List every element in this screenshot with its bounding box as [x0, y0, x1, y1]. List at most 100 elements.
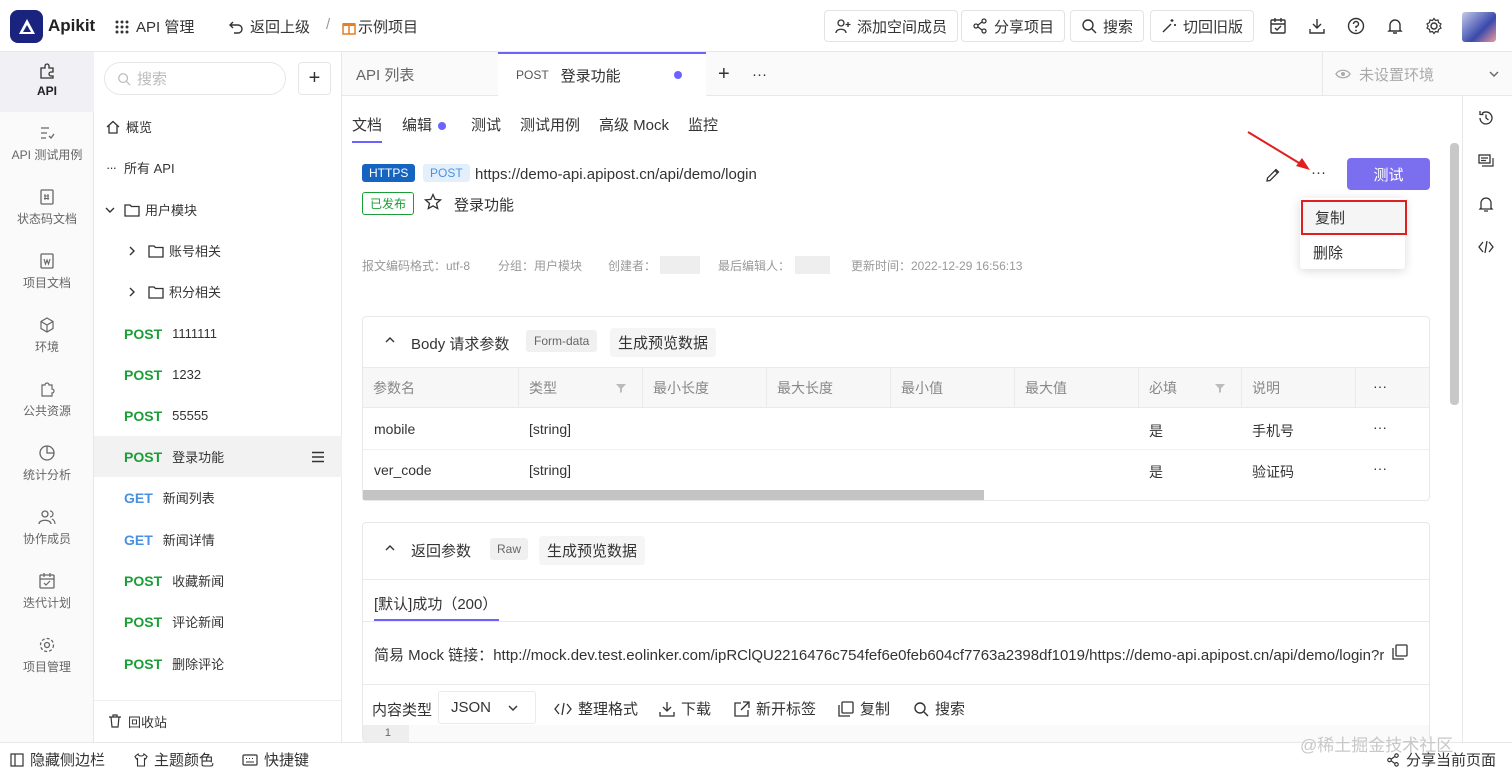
mock-url[interactable]: http://mock.dev.test.eolinker.com/ipRClQ…: [493, 647, 1384, 664]
copy-icon[interactable]: [1392, 644, 1408, 660]
tree-api-item[interactable]: POST 评论新闻: [94, 601, 342, 642]
tree-api-item[interactable]: POST 收藏新闻: [94, 560, 342, 601]
tab-login-api[interactable]: POST 登录功能: [498, 52, 706, 96]
comments-icon[interactable]: [1478, 153, 1494, 169]
add-api-button[interactable]: +: [298, 62, 331, 95]
tree-api-item[interactable]: POST 删除评论: [94, 643, 342, 684]
body-gen-preview-button[interactable]: 生成预览数据: [610, 328, 717, 357]
rail-item-environment[interactable]: 环境: [0, 316, 94, 355]
code-snippet-icon[interactable]: [1478, 239, 1494, 255]
rail-item-shared-resources[interactable]: 公共资源: [0, 380, 94, 419]
open-new-tab-button[interactable]: 新开标签: [734, 698, 816, 719]
chevron-up-icon[interactable]: [384, 542, 396, 554]
tree-search-input[interactable]: 搜索: [104, 62, 286, 95]
chevron-up-icon[interactable]: [384, 334, 396, 346]
star-icon[interactable]: [424, 193, 442, 211]
calendar-check-icon[interactable]: [1267, 15, 1289, 37]
column-header[interactable]: 类型: [519, 367, 643, 408]
param-desc: 手机号: [1252, 423, 1294, 439]
subtab-advanced-mock[interactable]: 高级 Mock: [599, 114, 669, 135]
add-tab-button[interactable]: +: [718, 52, 730, 96]
rail-item-api[interactable]: API: [0, 52, 94, 112]
search-label: 搜索: [1103, 18, 1134, 36]
search-button[interactable]: 搜索: [1070, 10, 1145, 42]
switch-old-version-button[interactable]: 切回旧版: [1150, 10, 1255, 42]
rail-item-statistics[interactable]: 统计分析: [0, 444, 94, 483]
add-member-button[interactable]: 添加空间成员: [824, 10, 959, 42]
share-project-button[interactable]: 分享项目: [961, 10, 1066, 42]
rail-item-collaborators[interactable]: 协作成员: [0, 508, 94, 547]
code-editor[interactable]: [363, 725, 1429, 742]
subtab-docs[interactable]: 文档: [352, 114, 382, 135]
content-type-label: 内容类型: [372, 702, 433, 719]
rail-item-api-test-cases[interactable]: API 测试用例: [0, 124, 94, 163]
notification-bell-icon[interactable]: [1478, 196, 1494, 212]
tree-subgroup-points[interactable]: 积分相关: [94, 271, 342, 312]
shortcuts-button[interactable]: 快捷键: [242, 749, 309, 770]
table-horizontal-scrollbar[interactable]: [363, 490, 984, 500]
subtab-monitor[interactable]: 监控: [688, 114, 718, 135]
download-button[interactable]: 下载: [659, 698, 711, 719]
theme-color-button[interactable]: 主题颜色: [134, 749, 214, 770]
tree-subgroup-account[interactable]: 账号相关: [94, 230, 342, 271]
dropdown-delete-item[interactable]: 删除: [1313, 242, 1343, 263]
rail-item-project-docs[interactable]: 项目文档: [0, 252, 94, 291]
copy-button[interactable]: 复制: [838, 698, 890, 719]
subtab-edit[interactable]: 编辑: [402, 114, 447, 135]
rail-item-status-codes[interactable]: 状态码文档: [0, 188, 94, 227]
rail-label: 项目管理: [22, 660, 71, 674]
apikit-logo[interactable]: [10, 10, 43, 43]
share-page-button[interactable]: 分享当前页面: [1386, 749, 1496, 770]
search-code-button[interactable]: 搜索: [913, 698, 965, 719]
share-project-label: 分享项目: [994, 18, 1055, 36]
row-more-button[interactable]: ···: [1373, 419, 1387, 435]
users-icon: [38, 510, 56, 525]
tab-api-list[interactable]: API 列表: [342, 52, 498, 96]
column-label: 类型: [529, 379, 557, 396]
tree-api-item[interactable]: POST 1232: [94, 354, 342, 395]
response-gen-preview-button[interactable]: 生成预览数据: [539, 536, 646, 565]
tree-api-item-selected[interactable]: POST 登录功能: [94, 436, 342, 477]
edit-dot-icon: [438, 122, 447, 131]
help-icon[interactable]: [1345, 15, 1367, 37]
tab-more-button[interactable]: ···: [752, 52, 767, 96]
back-button[interactable]: 返回上级: [228, 16, 310, 37]
tree-item-overview[interactable]: 概览: [94, 106, 342, 147]
format-button[interactable]: 整理格式: [554, 698, 638, 719]
meta-editor: 最后编辑人：: [718, 259, 791, 273]
test-button[interactable]: 测试: [1347, 158, 1430, 190]
column-header[interactable]: 必填: [1139, 367, 1242, 408]
settings-gear-icon[interactable]: [1423, 15, 1445, 37]
subtab-test-cases[interactable]: 测试用例: [520, 114, 580, 135]
download-icon[interactable]: [1306, 15, 1328, 37]
subtab-test[interactable]: 测试: [471, 114, 501, 135]
tree-recycle-bin[interactable]: 回收站: [94, 700, 342, 741]
environment-selector[interactable]: 未设置环境: [1322, 52, 1512, 96]
avatar[interactable]: [1462, 12, 1496, 42]
copy-label: 复制: [1315, 210, 1346, 227]
content-type-select[interactable]: JSON: [438, 691, 536, 724]
dropdown-copy-item[interactable]: 复制: [1301, 200, 1407, 235]
api-manage-label: API 管理: [136, 19, 195, 36]
tree-api-item[interactable]: POST 1111111: [94, 313, 342, 354]
rail-item-iteration-plan[interactable]: 迭代计划: [0, 572, 94, 611]
tree-api-item[interactable]: GET 新闻列表: [94, 477, 342, 518]
tree-group-user-module[interactable]: 用户模块: [94, 189, 342, 230]
api-manage-menu[interactable]: API 管理: [114, 16, 194, 37]
bell-icon[interactable]: [1384, 15, 1406, 37]
status-bar: [0, 742, 1512, 773]
project-breadcrumb[interactable]: 示例项目: [342, 16, 418, 37]
copy-icon: [838, 700, 854, 717]
main-scrollbar[interactable]: [1450, 143, 1459, 405]
hide-sidebar-button[interactable]: 隐藏侧边栏: [10, 749, 105, 770]
response-tab-success[interactable]: [默认]成功（200）: [374, 593, 497, 614]
subtab-label: 编辑: [402, 117, 433, 134]
tree-api-item[interactable]: GET 新闻详情: [94, 519, 342, 560]
column-more-button[interactable]: ···: [1373, 378, 1387, 394]
rail-label: 统计分析: [22, 468, 71, 482]
tree-item-all-api[interactable]: ··· 所有 API: [94, 147, 342, 188]
row-more-button[interactable]: ···: [1373, 460, 1387, 476]
history-icon[interactable]: [1478, 110, 1494, 126]
rail-item-project-management[interactable]: 项目管理: [0, 636, 94, 675]
tree-api-item[interactable]: POST 55555: [94, 395, 342, 436]
